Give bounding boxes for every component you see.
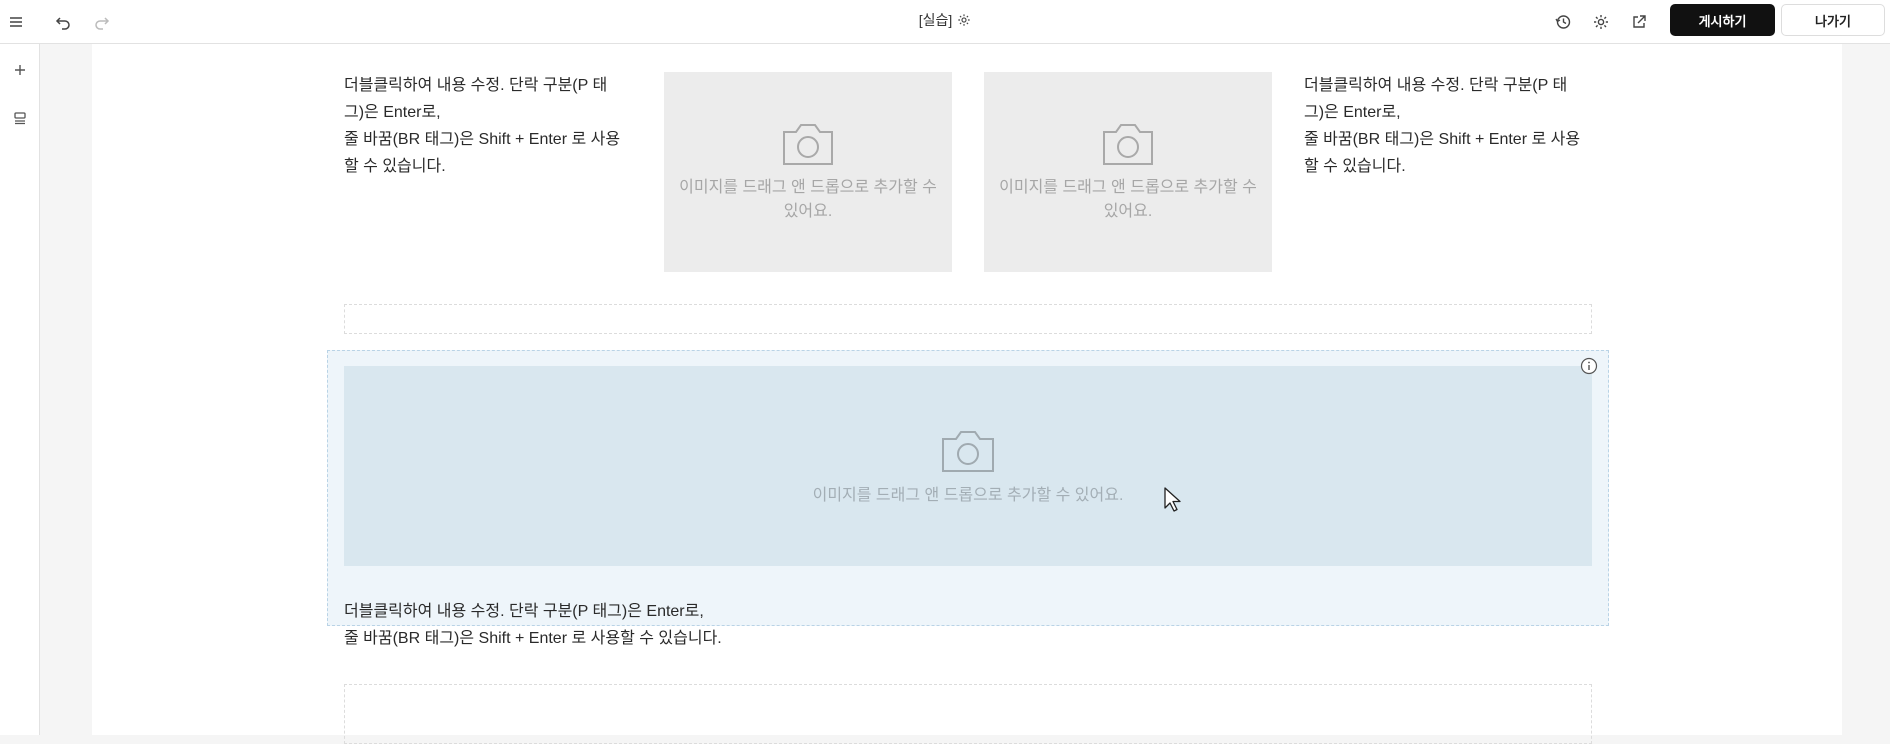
image-placeholder-2[interactable]: 이미지를 드래그 앤 드롭으로 추가할 수 있어요. — [984, 72, 1272, 272]
text-line: 줄 바꿈(BR 태그)은 Shift + Enter 로 사용 — [1304, 131, 1581, 148]
image-hint-text: 이미지를 드래그 앤 드롭으로 추가할 수 — [679, 179, 937, 196]
editor-canvas[interactable]: 더블클릭하여 내용 수정. 단락 구분(P 태 그)은 Enter로, 줄 바꿈… — [92, 44, 1842, 744]
camera-icon — [942, 431, 994, 472]
text-block-bottom[interactable]: 더블클릭하여 내용 수정. 단락 구분(P 태그)은 Enter로, 줄 바꿈(… — [344, 598, 1044, 652]
camera-icon — [1103, 124, 1153, 165]
image-hint-text: 있어요. — [783, 203, 833, 220]
publish-button[interactable]: 게시하기 — [1670, 4, 1775, 36]
camera-icon — [783, 124, 833, 165]
image-hint-text: 있어요. — [1103, 203, 1153, 220]
gear-icon[interactable] — [957, 13, 971, 27]
text-line: 그)은 Enter로, — [1304, 104, 1401, 121]
empty-block[interactable] — [344, 684, 1592, 744]
history-icon[interactable] — [1551, 10, 1575, 34]
image-placeholder-1[interactable]: 이미지를 드래그 앤 드롭으로 추가할 수 있어요. — [664, 72, 952, 272]
text-line: 그)은 Enter로, — [344, 104, 441, 121]
text-line: 더블클릭하여 내용 수정. 단락 구분(P 태 — [344, 77, 608, 94]
text-line: 할 수 있습니다. — [344, 158, 446, 175]
text-line: 더블클릭하여 내용 수정. 단락 구분(P 태 — [1304, 77, 1568, 94]
undo-icon[interactable] — [51, 10, 75, 34]
left-sidebar — [0, 44, 40, 735]
hamburger-menu-icon[interactable] — [4, 10, 28, 34]
text-line: 줄 바꿈(BR 태그)은 Shift + Enter 로 사용할 수 있습니다. — [344, 630, 722, 647]
plus-icon[interactable] — [8, 58, 32, 82]
external-link-icon[interactable] — [1627, 10, 1651, 34]
text-line: 할 수 있습니다. — [1304, 158, 1406, 175]
document-title[interactable]: [실습] — [919, 10, 953, 30]
text-line: 줄 바꿈(BR 태그)은 Shift + Enter 로 사용 — [344, 131, 621, 148]
image-hint-text: 이미지를 드래그 앤 드롭으로 추가할 수 있어요. — [812, 487, 1124, 504]
text-block-left[interactable]: 더블클릭하여 내용 수정. 단락 구분(P 태 그)은 Enter로, 줄 바꿈… — [344, 72, 634, 180]
empty-block[interactable] — [344, 304, 1592, 334]
exit-button[interactable]: 나가기 — [1781, 4, 1885, 36]
info-icon[interactable] — [1580, 357, 1598, 375]
mouse-cursor-icon — [1164, 487, 1181, 512]
redo-icon[interactable] — [90, 10, 114, 34]
image-hint-text: 이미지를 드래그 앤 드롭으로 추가할 수 — [999, 179, 1257, 196]
gear-icon[interactable] — [1589, 10, 1613, 34]
text-line: 더블클릭하여 내용 수정. 단락 구분(P 태그)은 Enter로, — [344, 603, 704, 620]
image-placeholder-wide[interactable]: 이미지를 드래그 앤 드롭으로 추가할 수 있어요. — [344, 366, 1592, 566]
layers-icon[interactable] — [8, 105, 32, 129]
top-toolbar: [실습] 게시하기 나가기 — [0, 0, 1890, 44]
text-block-right[interactable]: 더블클릭하여 내용 수정. 단락 구분(P 태 그)은 Enter로, 줄 바꿈… — [1304, 72, 1594, 180]
